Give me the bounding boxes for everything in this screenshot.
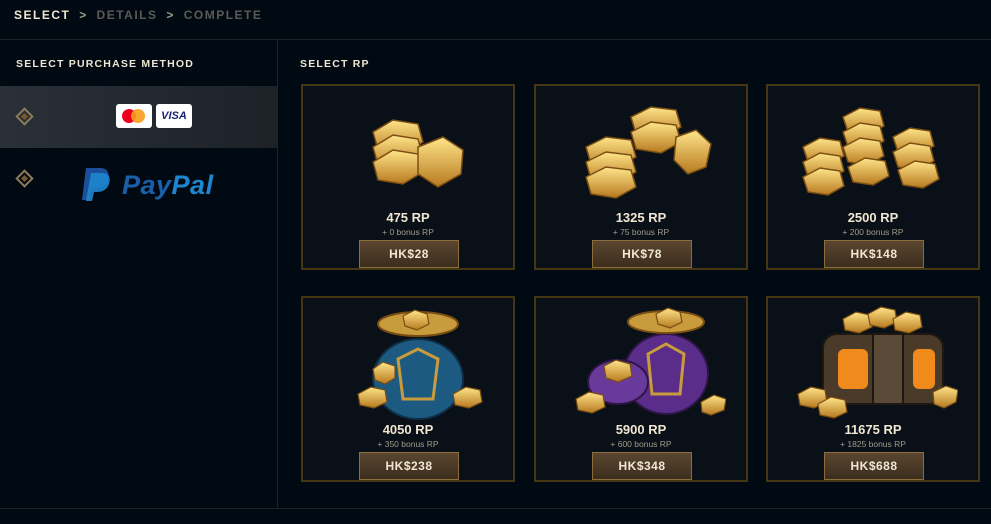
rp-amount: 475 RP bbox=[386, 210, 430, 225]
large-rp-stack-icon bbox=[802, 107, 940, 196]
breadcrumb-step-complete: COMPLETE bbox=[183, 8, 263, 22]
breadcrumb-step-details: DETAILS bbox=[96, 8, 158, 22]
purchase-method-panel: SELECT PURCHASE METHOD VISA PayPal bbox=[0, 40, 278, 508]
bonus-rp: + 350 bonus RP bbox=[377, 439, 439, 449]
rp-package-card[interactable]: 4050 RP + 350 bonus RP HK$238 bbox=[301, 296, 515, 482]
price-button[interactable]: HK$148 bbox=[824, 240, 924, 268]
purchase-method-title: SELECT PURCHASE METHOD bbox=[16, 58, 195, 70]
breadcrumb-separator: > bbox=[166, 8, 175, 22]
price-button[interactable]: HK$688 bbox=[824, 452, 924, 480]
bonus-rp: + 200 bonus RP bbox=[842, 227, 904, 237]
medium-rp-stack-icon bbox=[585, 106, 712, 199]
rp-amount: 1325 RP bbox=[615, 210, 667, 225]
bonus-rp: + 600 bonus RP bbox=[610, 439, 672, 449]
breadcrumb-step-select: SELECT bbox=[14, 8, 71, 22]
bonus-rp: + 1825 bonus RP bbox=[840, 439, 906, 449]
rp-package-card[interactable]: 2500 RP + 200 bonus RP HK$148 bbox=[766, 84, 980, 270]
purple-rp-bag-icon bbox=[575, 307, 726, 416]
rp-amount: 2500 RP bbox=[847, 210, 899, 225]
visa-icon: VISA bbox=[156, 104, 192, 128]
price-button[interactable]: HK$28 bbox=[359, 240, 459, 268]
rp-package-card[interactable]: 475 RP + 0 bonus RP HK$28 bbox=[301, 84, 515, 270]
breadcrumb: SELECT > DETAILS > COMPLETE bbox=[14, 8, 262, 22]
bottom-divider bbox=[0, 508, 991, 509]
blue-rp-bag-icon bbox=[357, 309, 483, 420]
rp-amount: 11675 RP bbox=[844, 422, 902, 437]
bonus-rp: + 0 bonus RP bbox=[382, 227, 434, 237]
select-rp-title: SELECT RP bbox=[300, 58, 370, 70]
paypal-logo-icon bbox=[82, 168, 110, 201]
rp-amount: 4050 RP bbox=[382, 422, 434, 437]
method-paypal[interactable]: PayPal bbox=[0, 148, 277, 210]
rp-package-card[interactable]: 1325 RP + 75 bonus RP HK$78 bbox=[534, 84, 748, 270]
price-button[interactable]: HK$348 bbox=[592, 452, 692, 480]
small-rp-stack-icon bbox=[372, 119, 464, 188]
rp-package-card[interactable]: 11675 RP + 1825 bonus RP HK$688 bbox=[766, 296, 980, 482]
radio-diamond-icon bbox=[15, 169, 34, 188]
breadcrumb-separator: > bbox=[79, 8, 88, 22]
rp-amount: 5900 RP bbox=[615, 422, 667, 437]
radio-diamond-icon bbox=[15, 107, 34, 126]
bonus-rp: + 75 bonus RP bbox=[612, 227, 670, 237]
rp-package-card[interactable]: 5900 RP + 600 bonus RP HK$348 bbox=[534, 296, 748, 482]
method-card[interactable]: VISA bbox=[0, 86, 277, 148]
paypal-logo-text: PayPal bbox=[122, 170, 214, 200]
price-button[interactable]: HK$238 bbox=[359, 452, 459, 480]
price-button[interactable]: HK$78 bbox=[592, 240, 692, 268]
rp-chest-icon bbox=[797, 306, 958, 419]
mastercard-icon bbox=[116, 104, 152, 128]
